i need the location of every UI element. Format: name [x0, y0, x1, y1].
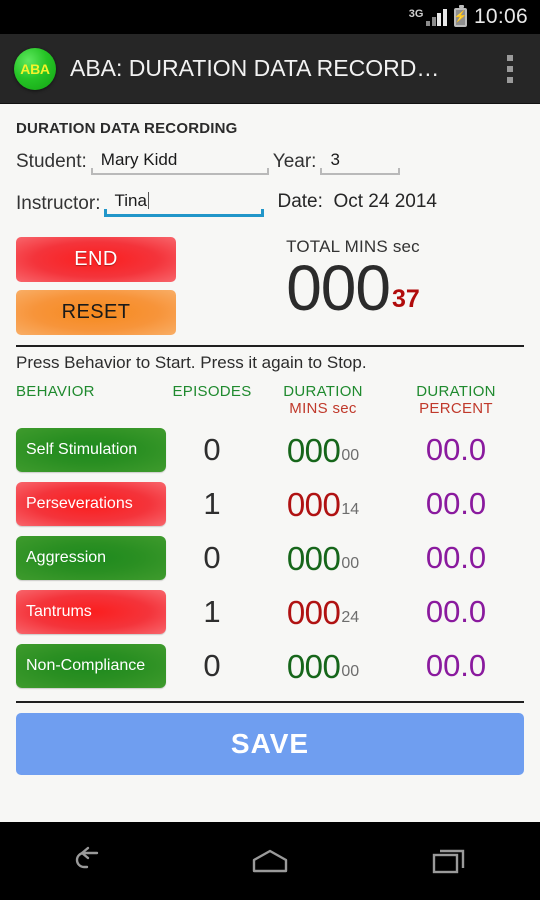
reset-button[interactable]: RESET — [16, 290, 176, 335]
year-label: Year: — [272, 151, 317, 172]
behavior-button[interactable]: Perseverations — [16, 482, 166, 526]
header-percent-sub: PERCENT — [419, 400, 493, 417]
status-bar: 3G ⚡ 10:06 — [0, 0, 540, 34]
table-row: Tantrums 1 000 24 00.0 — [16, 585, 524, 639]
instructor-label: Instructor: — [16, 193, 101, 214]
date-field: Date: Oct 24 2014 — [277, 191, 437, 217]
text-cursor — [147, 192, 150, 209]
instructor-value-wrap: Tina — [104, 192, 264, 214]
android-nav-bar — [0, 822, 540, 900]
percent-value: 00.0 — [425, 594, 487, 629]
student-year-row: Student: Mary Kidd Year: 3 — [16, 151, 524, 175]
behavior-button[interactable]: Self Stimulation — [16, 428, 166, 472]
header-behavior: BEHAVIOR — [16, 383, 95, 400]
main-content: DURATION DATA RECORDING Student: Mary Ki… — [0, 104, 540, 822]
duration-value: 000 24 — [286, 593, 360, 631]
timer-block: END RESET TOTAL MINS sec 000 37 — [16, 237, 524, 335]
student-input[interactable]: Mary Kidd — [90, 150, 269, 175]
percent-value: 00.0 — [425, 486, 487, 521]
table-row: Non-Compliance 0 000 00 00.0 — [16, 639, 524, 693]
behavior-label: Perseverations — [26, 494, 133, 512]
save-row: SAVE — [16, 703, 524, 789]
timer-controls: END RESET — [16, 237, 176, 335]
date-label: Date: — [277, 191, 323, 212]
save-button[interactable]: SAVE — [16, 713, 524, 775]
section-title: DURATION DATA RECORDING — [16, 120, 238, 137]
action-bar: ABA ABA: DURATION DATA RECORD… — [0, 34, 540, 104]
date-value: Oct 24 2014 — [333, 191, 437, 212]
duration-value: 000 00 — [286, 647, 360, 685]
table-header-row: BEHAVIOR EPISODES DURATION MINS sec DURAT… — [16, 383, 524, 423]
duration-value: 000 14 — [286, 485, 360, 523]
end-button[interactable]: END — [16, 237, 176, 282]
hint-text: Press Behavior to Start. Press it again … — [16, 353, 367, 372]
home-icon[interactable] — [225, 831, 315, 891]
table-row: Aggression 0 000 00 00.0 — [16, 531, 524, 585]
header-duration: DURATION MINS sec — [258, 383, 388, 417]
table-row: Self Stimulation 0 000 00 00.0 — [16, 423, 524, 477]
behavior-label: Self Stimulation — [26, 440, 138, 458]
percent-value: 00.0 — [425, 540, 487, 575]
app-logo-label: ABA — [20, 60, 50, 77]
behavior-label: Tantrums — [26, 602, 92, 620]
episodes-value: 1 — [203, 486, 221, 521]
signal-bars-icon: 3G — [408, 7, 447, 26]
percent-value: 00.0 — [425, 432, 487, 467]
total-timer: TOTAL MINS sec 000 37 — [176, 237, 524, 335]
instructor-value: Tina — [114, 191, 147, 210]
back-arrow-icon[interactable] — [45, 831, 135, 891]
episodes-value: 0 — [203, 540, 221, 575]
student-value: Mary Kidd — [100, 150, 178, 169]
behavior-table: BEHAVIOR EPISODES DURATION MINS sec DURAT… — [16, 383, 524, 693]
network-type-label: 3G — [408, 7, 424, 20]
total-seconds: 37 — [391, 284, 420, 313]
duration-value: 000 00 — [286, 539, 360, 577]
header-episodes: EPISODES — [172, 383, 252, 400]
behavior-label: Aggression — [26, 548, 107, 566]
table-body: Self Stimulation 0 000 00 00.0 Perseverations… — [16, 423, 524, 693]
overflow-menu-icon[interactable] — [486, 39, 534, 99]
page-title: ABA: DURATION DATA RECORD… — [70, 55, 440, 81]
total-minutes: 000 — [286, 252, 391, 324]
behavior-button[interactable]: Tantrums — [16, 590, 166, 634]
instructor-date-row: Instructor: Tina Date: Oct 24 2014 — [16, 191, 524, 217]
app-logo-icon: ABA — [14, 47, 56, 90]
year-input[interactable]: 3 — [320, 150, 401, 175]
battery-charging-icon: ⚡ — [454, 4, 467, 27]
episodes-value: 0 — [203, 648, 221, 683]
behavior-button[interactable]: Non-Compliance — [16, 644, 166, 688]
episodes-value: 0 — [203, 432, 221, 467]
header-duration-sub: MINS sec — [289, 400, 357, 417]
status-bar-clock: 10:06 — [473, 5, 528, 28]
recent-apps-icon[interactable] — [405, 831, 495, 891]
header-percent: DURATION PERCENT — [388, 383, 524, 417]
episodes-value: 1 — [203, 594, 221, 629]
behavior-button[interactable]: Aggression — [16, 536, 166, 580]
percent-value: 00.0 — [425, 648, 487, 683]
duration-value: 000 00 — [286, 431, 360, 469]
year-value: 3 — [330, 150, 340, 169]
behavior-label: Non-Compliance — [26, 656, 146, 674]
table-row: Perseverations 1 000 14 00.0 — [16, 477, 524, 531]
instructor-input[interactable]: Tina — [104, 192, 265, 217]
phone-screen: 3G ⚡ 10:06 ABA ABA: DURATION DATA RECORD… — [0, 0, 540, 900]
student-label: Student: — [16, 151, 87, 172]
